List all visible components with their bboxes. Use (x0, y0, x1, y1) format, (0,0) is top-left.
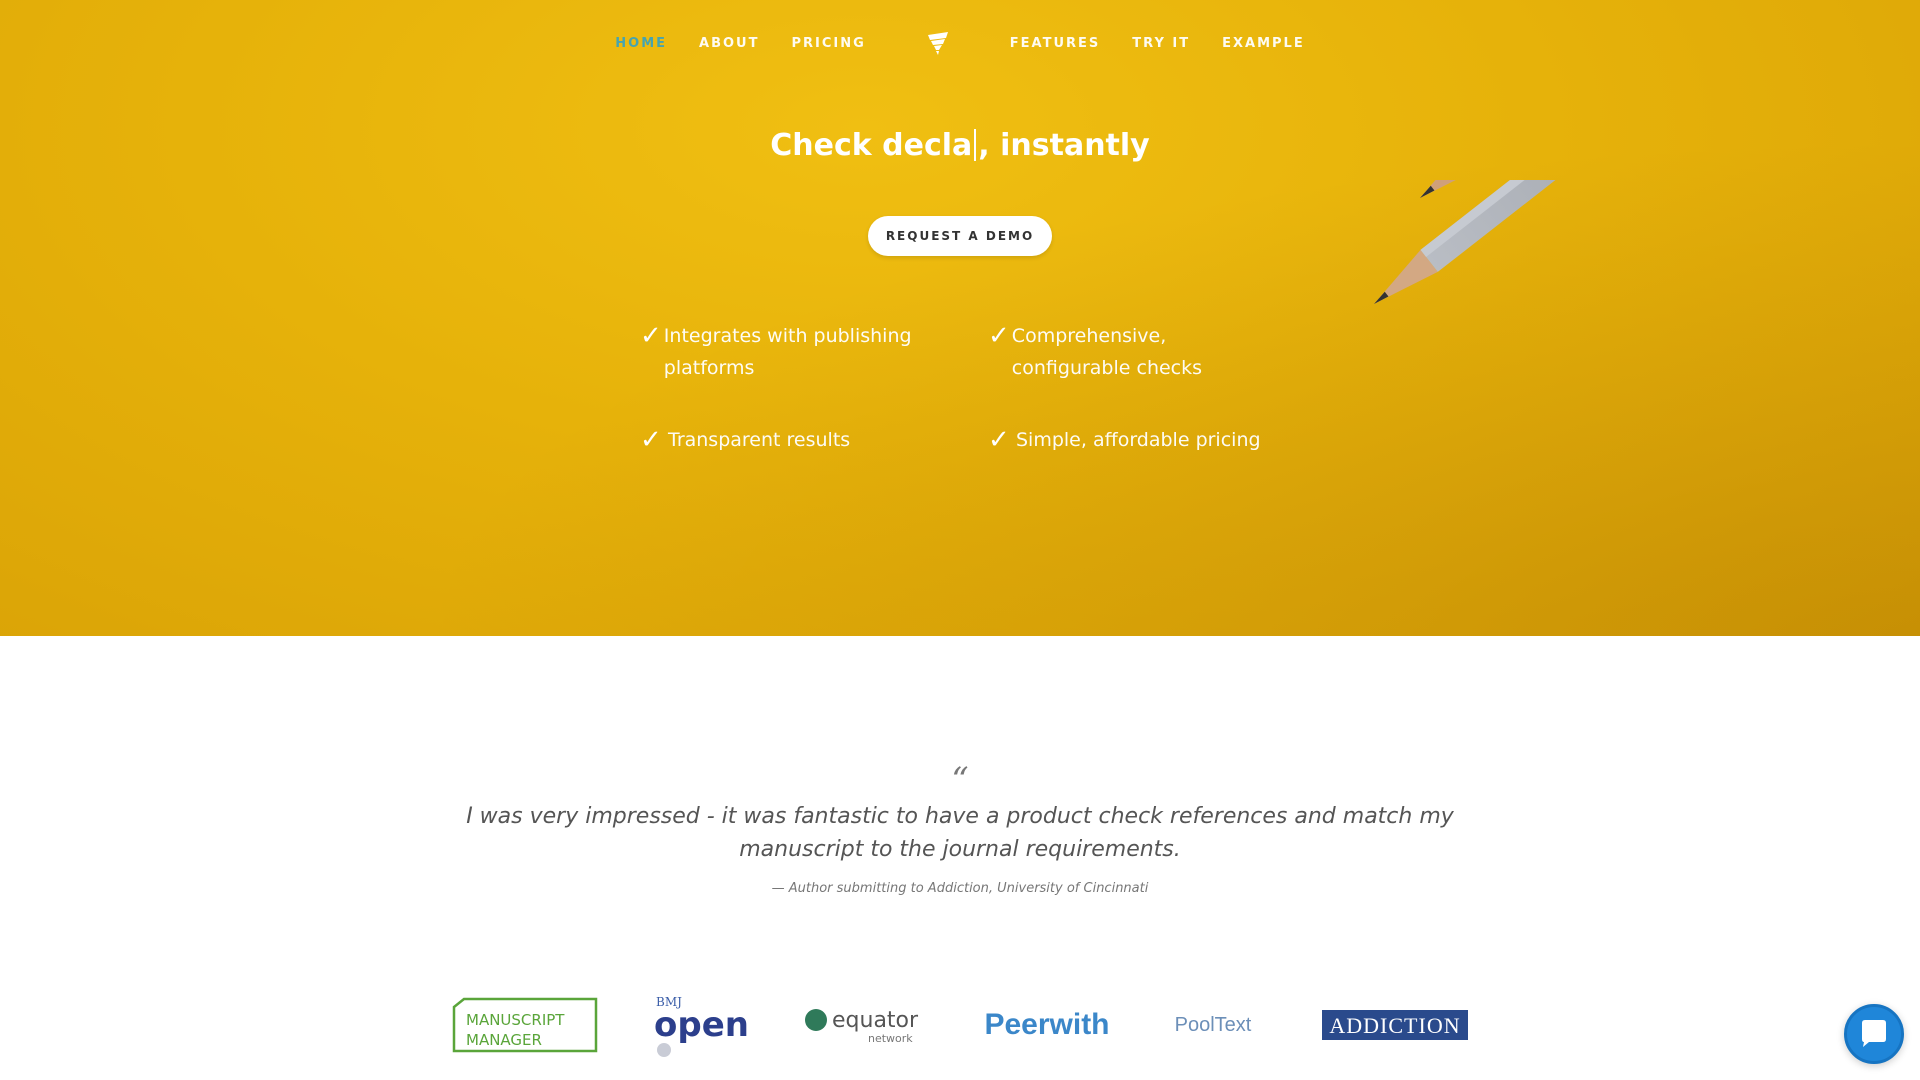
peerwith-logo: Peerwith (972, 990, 1122, 1060)
manuscript-text: MANUSCRIPT (466, 1011, 565, 1029)
nav-try-it[interactable]: TRY IT (1132, 36, 1190, 51)
manuscript-manager-logo-mark: MANUSCRIPT MANAGER (452, 997, 598, 1053)
headline-suffix: , instantly (978, 128, 1150, 163)
checkmark-icon: ✓ (988, 424, 1010, 454)
pooltext-logo: PoolText (1158, 990, 1268, 1060)
checkmark-icon: ✓ (988, 320, 1010, 350)
equator-network-logo: equator network (802, 990, 942, 1060)
hero-headline: Check decla, instantly (0, 128, 1920, 163)
open-text: open (654, 1005, 749, 1045)
equator-text: equator (832, 1008, 919, 1033)
testimonial-quote: I was very impressed - it was fantastic … (466, 804, 1454, 862)
nav-about[interactable]: ABOUT (699, 36, 759, 51)
hero-section: HOME ABOUT PRICING FEATURES TRY IT EXAMP… (0, 0, 1920, 636)
feature-item: ✓ Transparent results (640, 424, 940, 456)
quote-mark: “ (951, 760, 969, 800)
headline-typed-word: decla (882, 128, 973, 163)
typing-cursor (974, 129, 977, 161)
bmj-open-logo-mark: BMJ open (654, 995, 749, 1057)
chat-launcher-button[interactable] (1844, 1004, 1904, 1064)
testimonial-attribution: — Author submitting to Addiction, Univer… (771, 881, 1149, 896)
network-text: network (868, 1032, 913, 1045)
pooltext-text: PoolText (1174, 1013, 1252, 1036)
main-nav: HOME ABOUT PRICING FEATURES TRY IT EXAMP… (0, 30, 1920, 56)
checkmark-icon: ✓ (640, 424, 662, 454)
nav-example[interactable]: EXAMPLE (1222, 36, 1305, 51)
feature-item: ✓ Comprehensive, configurable checks (988, 320, 1288, 384)
nav-home[interactable]: HOME (615, 36, 667, 51)
addiction-logo: ADDICTION (1320, 990, 1470, 1060)
pencils-illustration (1374, 180, 1817, 304)
feature-item: ✓ Simple, affordable pricing (988, 424, 1308, 456)
nav-features[interactable]: FEATURES (1010, 36, 1101, 51)
feather-logo-icon[interactable] (924, 29, 952, 57)
peerwith-text: Peerwith (984, 1008, 1110, 1041)
headline-prefix: Check (770, 128, 883, 163)
checkmark-icon: ✓ (640, 320, 662, 350)
chat-bubble-icon (1862, 1020, 1886, 1047)
feature-text: Integrates with publishing platforms (663, 325, 912, 379)
partner-logos: MANUSCRIPT MANAGER BMJ open equator netw… (450, 990, 1470, 1060)
feature-text: Comprehensive, configurable checks (1011, 325, 1203, 379)
addiction-text: ADDICTION (1322, 1010, 1468, 1040)
bmj-open-logo: BMJ open (650, 990, 750, 1060)
nav-pricing[interactable]: PRICING (791, 36, 865, 51)
feature-item: ✓ Integrates with publishing platforms (640, 320, 940, 384)
feature-text: Simple, affordable pricing (1016, 429, 1261, 451)
manager-text: MANAGER (466, 1031, 542, 1049)
request-demo-button[interactable]: REQUEST A DEMO (868, 216, 1052, 256)
equator-logo-mark: equator network (805, 1008, 919, 1045)
manuscript-manager-logo: MANUSCRIPT MANAGER (450, 990, 600, 1060)
feature-text: Transparent results (668, 429, 851, 451)
